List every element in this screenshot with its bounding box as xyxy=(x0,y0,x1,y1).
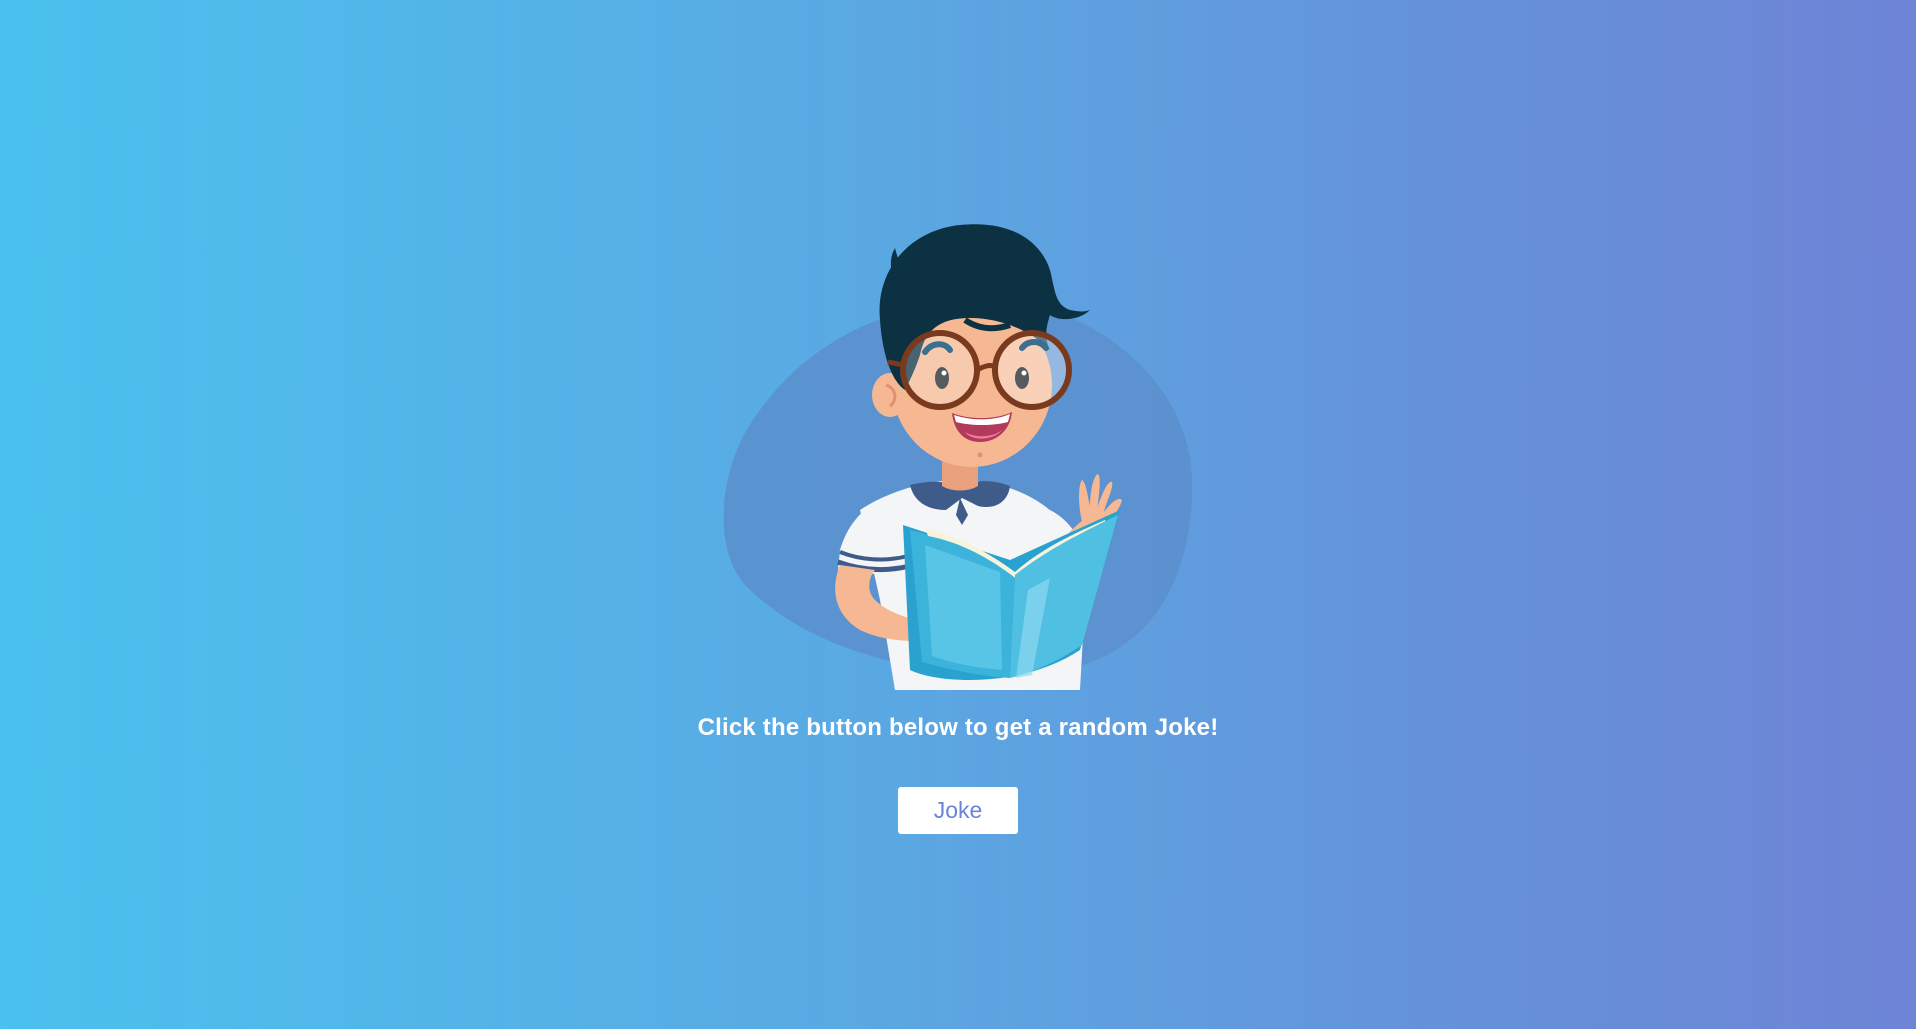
right-eye xyxy=(1015,367,1029,389)
joke-button[interactable]: Joke xyxy=(898,787,1018,834)
page: Click the button below to get a random J… xyxy=(0,0,1916,1029)
boy-reading-book-illustration xyxy=(723,224,1193,690)
left-eye xyxy=(935,367,949,389)
prompt-text: Click the button below to get a random J… xyxy=(697,714,1219,741)
